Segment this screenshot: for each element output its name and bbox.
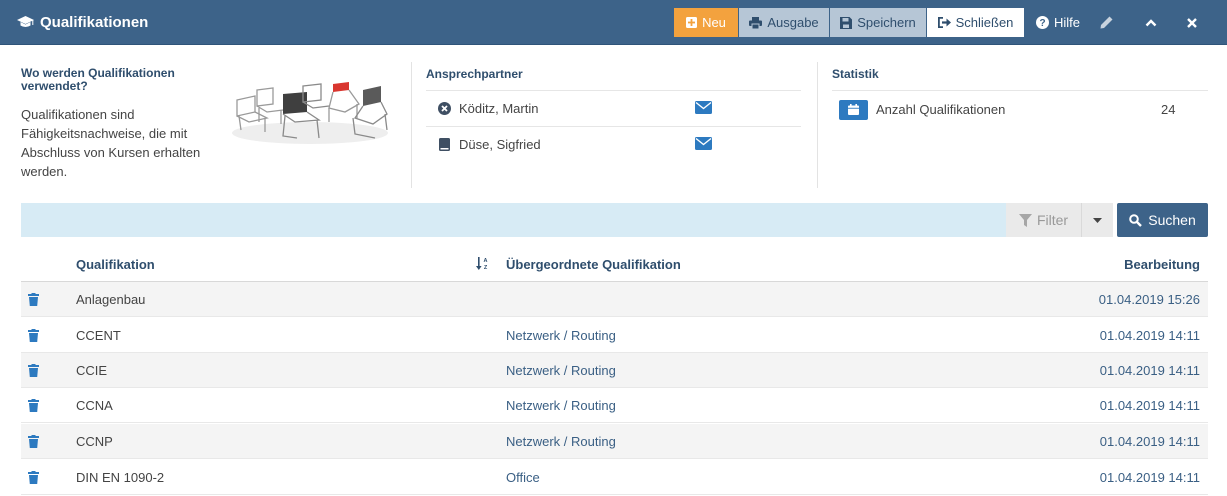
trash-icon[interactable] [28, 329, 39, 345]
question-circle-icon: ? [1035, 16, 1049, 29]
print-icon [749, 16, 763, 29]
cell-edited: 01.04.2019 14:11 [1099, 470, 1200, 485]
sort-icon[interactable]: A Z [476, 257, 489, 273]
times-circle-icon [437, 101, 451, 115]
table-row[interactable]: CCNP Netzwerk / Routing 01.04.2019 14:11 [21, 424, 1208, 459]
statistics-heading: Statistik [832, 67, 879, 81]
statistic-label: Anzahl Qualifikationen [876, 102, 1006, 117]
chairs-illustration [232, 82, 388, 144]
close-view-button-label: Schließen [955, 15, 1014, 30]
close-icon [1186, 17, 1197, 28]
envelope-icon[interactable] [695, 101, 712, 117]
contact-item: Düse, Sigfried [426, 126, 801, 161]
trash-icon[interactable] [28, 471, 39, 487]
trash-icon[interactable] [28, 293, 39, 309]
trash-icon[interactable] [28, 364, 39, 380]
table-row[interactable]: CCIE Netzwerk / Routing 01.04.2019 14:11 [21, 353, 1208, 388]
contact-name: Düse, Sigfried [459, 136, 541, 152]
graduation-cap-icon [17, 16, 34, 27]
svg-text:Z: Z [484, 265, 488, 270]
cell-qualifikation: CCNA [76, 398, 113, 413]
caret-down-icon [1093, 217, 1102, 223]
edit-button[interactable] [1094, 8, 1124, 37]
cell-qualifikation: DIN EN 1090-2 [76, 470, 165, 485]
table-row[interactable]: DIN EN 1090-2 Office 01.04.2019 14:11 [21, 460, 1208, 495]
table-header: Qualifikation A Z Übergeordnete Qualifik… [21, 248, 1208, 282]
filter-button-label: Filter [1036, 212, 1069, 228]
cell-edited: 01.04.2019 14:11 [1099, 363, 1200, 378]
table-row[interactable]: CCNA Netzwerk / Routing 01.04.2019 14:11 [21, 388, 1208, 423]
filter-bar[interactable] [21, 203, 1006, 237]
window-title: Qualifikationen [17, 0, 148, 45]
new-button-label: Neu [702, 15, 726, 30]
divider-1 [411, 62, 412, 188]
funnel-icon [1018, 213, 1032, 227]
info-panel: Wo werden Qualifikationen verwendet? Qua… [21, 67, 201, 181]
contacts-heading: Ansprechpartner [426, 67, 523, 81]
trash-icon[interactable] [28, 399, 39, 415]
chevron-up-icon [1145, 18, 1156, 26]
table-row[interactable]: Anlagenbau 01.04.2019 15:26 [21, 282, 1208, 317]
save-button-label: Speichern [857, 15, 916, 30]
statistic-item: Anzahl Qualifikationen 24 [832, 90, 1208, 128]
search-icon [1129, 213, 1143, 227]
cell-parent: Office [506, 470, 540, 485]
contact-name: Köditz, Martin [459, 100, 539, 116]
help-button[interactable]: ? Hilfe [1030, 8, 1086, 37]
trash-icon[interactable] [28, 435, 39, 451]
cell-edited: 01.04.2019 14:11 [1099, 328, 1200, 343]
cell-edited: 01.04.2019 14:11 [1099, 434, 1200, 449]
filter-dropdown-button[interactable] [1081, 203, 1113, 237]
column-header-bearbeitung[interactable]: Bearbeitung [1124, 257, 1200, 272]
cell-edited: 01.04.2019 14:11 [1099, 398, 1200, 413]
help-button-label: Hilfe [1053, 15, 1080, 30]
cell-edited: 01.04.2019 15:26 [1098, 292, 1200, 307]
divider-2 [817, 62, 818, 188]
contact-item: Köditz, Martin [426, 90, 801, 125]
new-button[interactable]: Neu [674, 8, 738, 37]
cell-qualifikation: CCNP [76, 434, 113, 449]
cell-parent: Netzwerk / Routing [506, 398, 616, 413]
search-button-label: Suchen [1148, 212, 1196, 228]
cell-parent: Netzwerk / Routing [506, 434, 616, 449]
column-header-uebergeordnet[interactable]: Übergeordnete Qualifikation [506, 257, 681, 272]
close-view-button[interactable]: Schließen [927, 8, 1024, 37]
statistic-value: 24 [1161, 102, 1176, 117]
sign-out-icon [937, 17, 951, 28]
calendar-icon [839, 99, 868, 120]
envelope-icon[interactable] [695, 137, 712, 153]
window-title-text: Qualifikationen [40, 14, 149, 31]
table-row[interactable]: CCENT Netzwerk / Routing 01.04.2019 14:1… [21, 318, 1208, 353]
cell-qualifikation: Anlagenbau [76, 292, 146, 307]
search-button[interactable]: Suchen [1117, 203, 1208, 237]
cell-parent: Netzwerk / Routing [506, 328, 616, 343]
info-question: Wo werden Qualifikationen verwendet? [21, 66, 175, 93]
cell-parent: Netzwerk / Routing [506, 363, 616, 378]
column-header-qualifikation[interactable]: Qualifikation [76, 257, 155, 272]
info-description: Qualifikationen sind Fähigkeitsnachweise… [21, 107, 201, 179]
window-header: Qualifikationen Neu Ausgabe Speichern Sc… [0, 0, 1227, 45]
svg-text:A: A [484, 258, 488, 264]
cell-qualifikation: CCIE [76, 363, 108, 378]
book-icon [437, 137, 451, 151]
print-button[interactable]: Ausgabe [739, 8, 829, 37]
svg-text:?: ? [1039, 18, 1045, 29]
plus-square-icon [686, 17, 698, 28]
filter-button[interactable]: Filter [1006, 203, 1081, 237]
collapse-button[interactable] [1138, 8, 1168, 37]
cell-qualifikation: CCENT [76, 328, 121, 343]
print-button-label: Ausgabe [767, 15, 819, 30]
floppy-disk-icon [840, 16, 853, 29]
pencil-icon [1100, 16, 1113, 29]
close-window-button[interactable] [1179, 8, 1209, 37]
save-button[interactable]: Speichern [830, 8, 926, 37]
